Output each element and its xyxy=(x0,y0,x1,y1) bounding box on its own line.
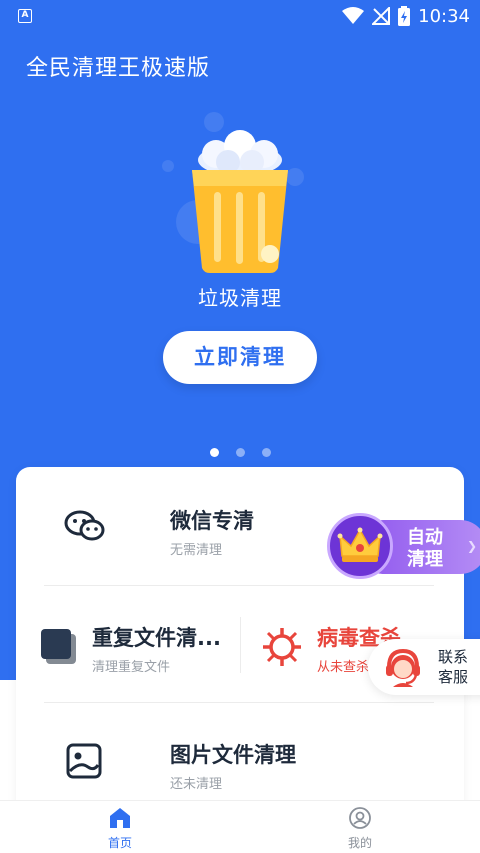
image-icon xyxy=(66,743,102,779)
customer-service-label: 联系 客服 xyxy=(438,647,468,687)
trash-bin-illustration xyxy=(192,130,288,273)
feature-subtitle-wechat: 无需清理 xyxy=(170,543,223,558)
auto-clean-label-line1: 自动 xyxy=(407,527,443,548)
feature-duplicate-files[interactable]: 重复文件清... 清理重复文件 xyxy=(16,586,240,702)
carousel-dot[interactable] xyxy=(261,448,271,457)
bottom-nav: 首页 我的 xyxy=(0,800,480,853)
carousel-indicator xyxy=(0,448,480,457)
customer-service-line1: 联系 xyxy=(438,648,469,666)
feature-title-wechat: 微信专清 xyxy=(170,509,254,533)
profile-icon xyxy=(349,807,371,829)
notification-app-icon: A xyxy=(18,9,32,23)
feature-title-image: 图片文件清理 xyxy=(170,743,296,767)
virus-icon xyxy=(263,628,301,666)
carousel-dot[interactable] xyxy=(209,448,219,457)
feature-title: 垃圾清理 xyxy=(198,286,282,310)
customer-service-line2: 客服 xyxy=(438,668,469,686)
feature-subtitle-duplicate: 清理重复文件 xyxy=(92,660,171,675)
no-signal-icon xyxy=(372,7,391,25)
auto-clean-label-line2: 清理 xyxy=(407,549,443,570)
home-icon xyxy=(110,808,130,828)
carousel-dot[interactable] xyxy=(235,448,245,457)
feature-title-duplicate: 重复文件清... xyxy=(92,626,221,650)
auto-clean-label: 自动 清理 xyxy=(407,527,443,571)
nav-home[interactable]: 首页 xyxy=(90,807,150,851)
wifi-icon xyxy=(342,7,365,24)
status-bar: A 10:34 xyxy=(0,0,480,32)
auto-clean-badge[interactable]: 自动 清理 ❯ xyxy=(327,513,480,579)
auto-clean-crown-circle xyxy=(327,513,393,579)
customer-service-badge[interactable]: 联系 客服 xyxy=(368,639,480,695)
nav-home-label: 首页 xyxy=(107,836,132,850)
app-title: 全民清理王极速版 xyxy=(26,56,211,81)
wechat-icon xyxy=(64,510,105,541)
duplicate-files-icon xyxy=(41,629,76,664)
clean-now-button[interactable]: 立即清理 xyxy=(163,331,317,384)
battery-icon xyxy=(398,6,411,26)
status-time: 10:34 xyxy=(418,5,470,27)
crown-icon xyxy=(337,527,383,562)
headset-agent-icon xyxy=(386,648,420,687)
chevron-right-icon: ❯ xyxy=(466,539,477,553)
nav-profile-label: 我的 xyxy=(347,836,372,850)
nav-profile[interactable]: 我的 xyxy=(330,807,390,851)
feature-subtitle-image: 还未清理 xyxy=(170,777,223,792)
